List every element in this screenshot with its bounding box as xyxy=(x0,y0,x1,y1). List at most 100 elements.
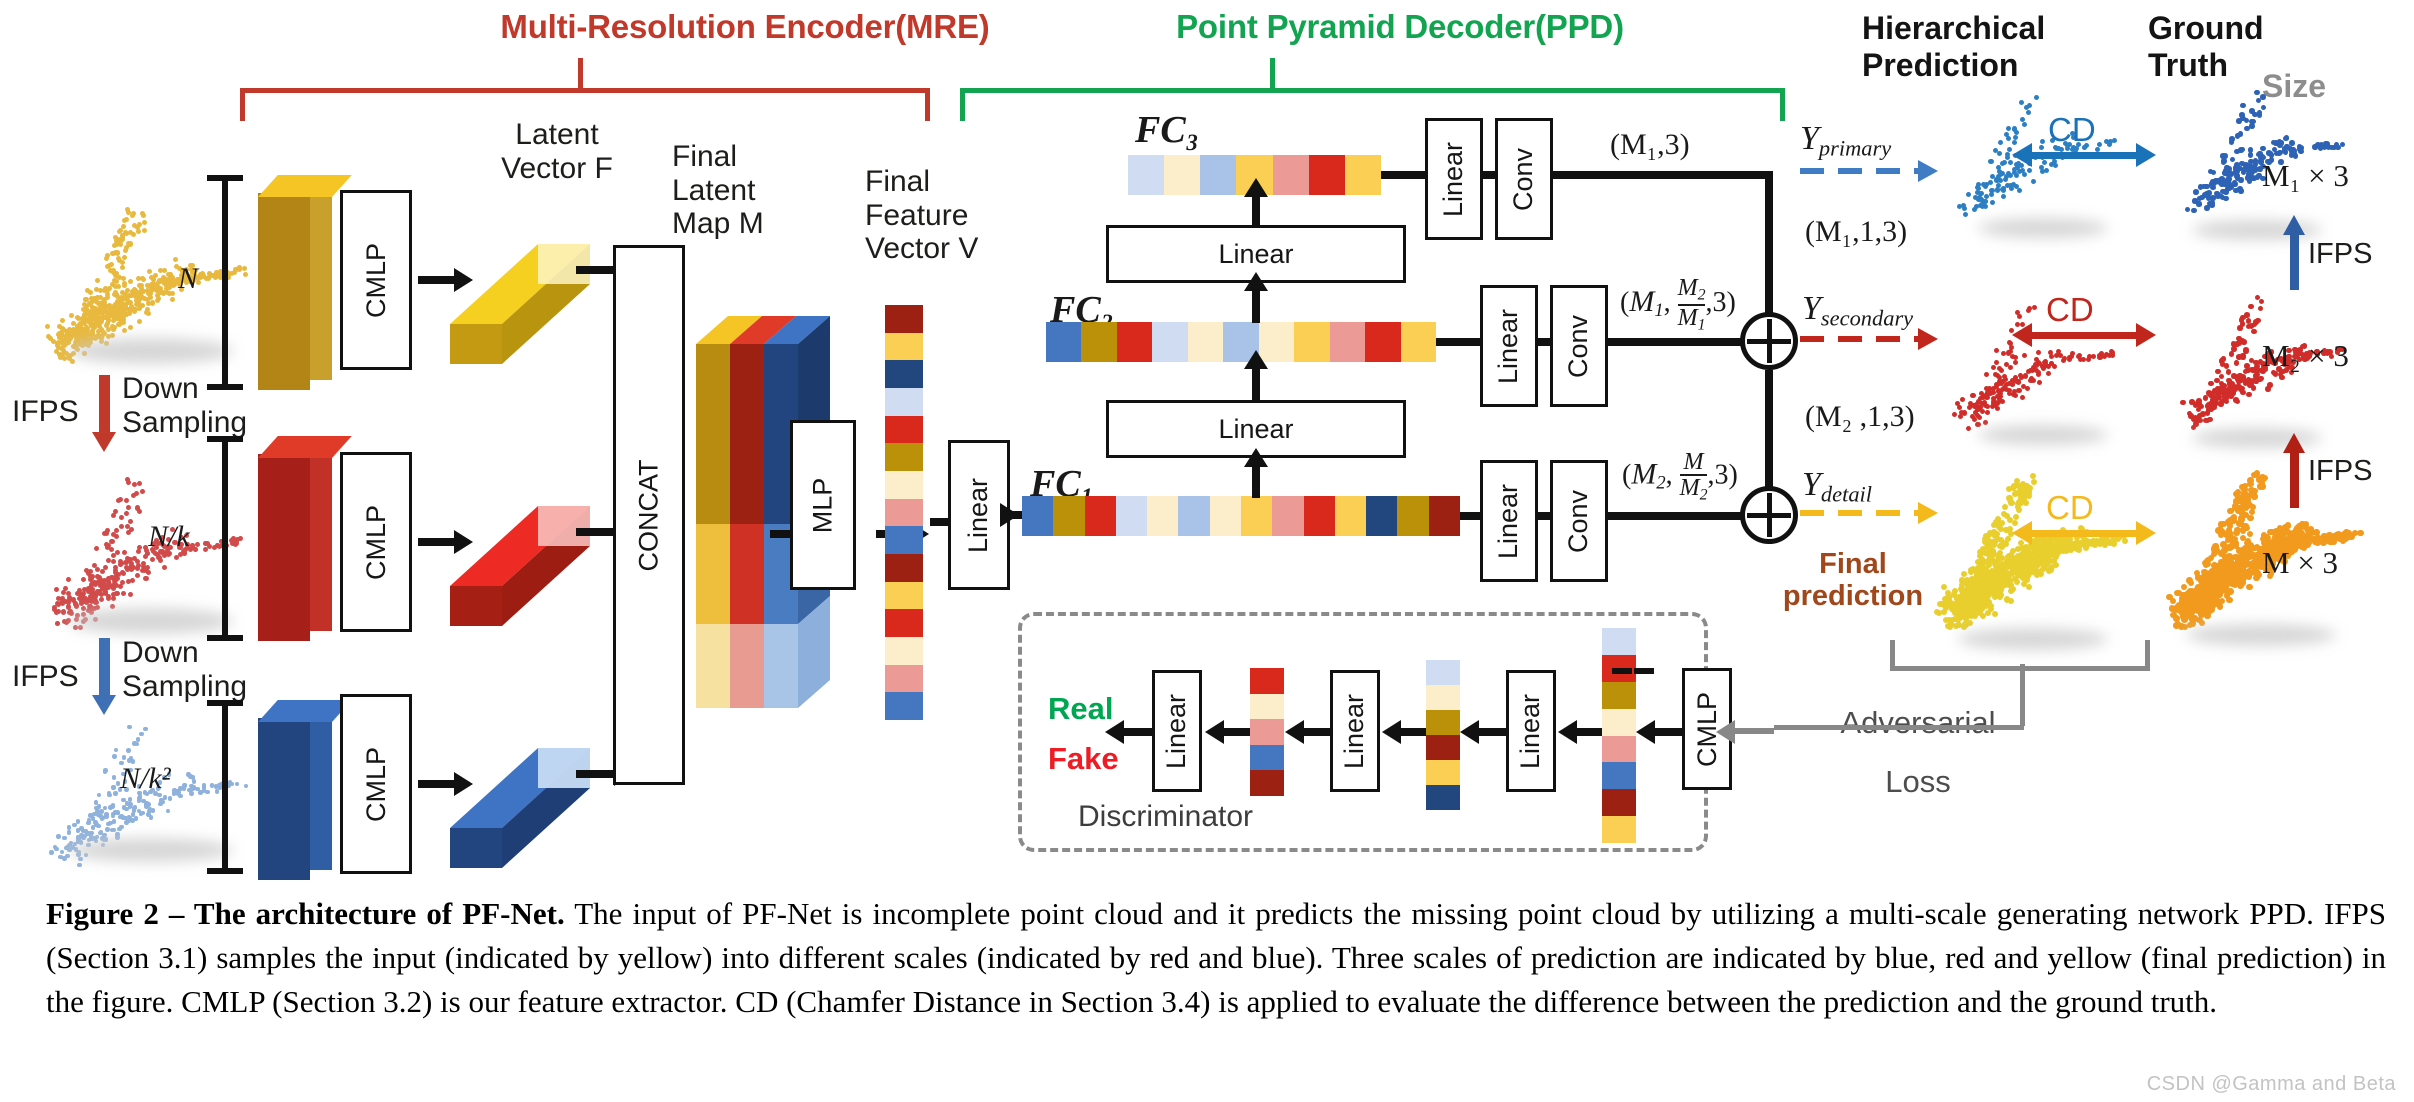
wire-fc3-to-linear xyxy=(1381,171,1426,179)
input-bar-red xyxy=(258,436,352,641)
disc-arrow-4 xyxy=(1400,728,1426,736)
wire-b1-out xyxy=(1553,171,1768,179)
mre-section-label: Multi-Resolution Encoder(MRE) xyxy=(500,8,990,45)
wire-b1-l-c xyxy=(1483,171,1497,179)
conv-box-branch2[interactable]: Conv xyxy=(1550,285,1608,407)
size-tick-bot-1 xyxy=(207,384,243,390)
disc-arrow-6 xyxy=(1576,728,1602,736)
dashed-arrow-detail xyxy=(1800,510,1918,516)
mre-bracket xyxy=(240,88,930,121)
arrow-linear-to-fc3 xyxy=(1252,196,1260,228)
input-bar-blue xyxy=(258,700,352,880)
trunk-secondary-to-xor2 xyxy=(1765,370,1773,500)
adv-wire-horizontal xyxy=(1774,725,2024,730)
conv-box-branch1[interactable]: Conv xyxy=(1495,118,1553,240)
size-tick-bot-2 xyxy=(207,635,243,641)
xor-node-detail[interactable] xyxy=(1740,486,1798,544)
point-cloud-prediction-yellow xyxy=(1908,452,2128,642)
disc-linear-box-3[interactable]: Linear xyxy=(1506,670,1556,792)
ifps-label-2: IFPS xyxy=(12,660,79,693)
disc-arrow-7 xyxy=(1654,728,1682,736)
y-detail-label: Ydetail xyxy=(1802,466,1873,507)
shadow-pred-yellow xyxy=(1958,628,2108,650)
size-tick-bot-3 xyxy=(207,868,243,874)
ppd-bracket xyxy=(960,88,1785,121)
cd-arrow-head-left-3 xyxy=(2012,521,2032,545)
disc-arrow-head-5 xyxy=(1460,720,1479,744)
arrow-in-concat-3 xyxy=(576,770,614,778)
ppd-bracket-stem xyxy=(1270,58,1275,90)
ppd-section-label: Point Pyramid Decoder(PPD) xyxy=(1176,8,1624,45)
disc-arrow-2 xyxy=(1224,728,1250,736)
latent-vector-red xyxy=(420,458,610,628)
point-cloud-groundtruth-yellow xyxy=(2140,448,2364,638)
y-primary-label: Yprimary xyxy=(1800,120,1892,161)
shape-primary: (M₁,3) xyxy=(1610,128,1690,161)
cd-arrow-head-left-1 xyxy=(2012,143,2032,167)
disc-arrow-1 xyxy=(1124,728,1154,736)
ifps-arrow-head-1 xyxy=(92,432,116,452)
dashed-arrow-primary xyxy=(1800,168,1918,174)
size-tick-line-3 xyxy=(222,700,228,874)
caption-prefix: Figure 2 – The architecture of PF-Net. xyxy=(46,896,565,931)
final-feature-vector-label: Final Feature Vector V xyxy=(865,165,979,266)
size-label-2: M₂ × 3 xyxy=(2262,338,2349,373)
disc-feature-strip-2 xyxy=(1426,660,1460,810)
cmlp-box-2[interactable]: CMLP xyxy=(340,452,412,632)
arrow-concat-to-mlp xyxy=(770,530,792,538)
conv-box-branch3[interactable]: Conv xyxy=(1550,460,1608,582)
cmlp-box-1[interactable]: CMLP xyxy=(340,190,412,370)
disc-arrow-head-1 xyxy=(1105,720,1124,744)
real-label: Real xyxy=(1048,691,1114,726)
input-bar-yellow xyxy=(258,175,352,390)
xor-node-secondary[interactable] xyxy=(1740,312,1798,370)
dashed-arrow-secondary xyxy=(1800,336,1918,342)
arrow-head-fc2-to-linear xyxy=(1244,272,1268,291)
latent-vector-label: Latent Vector F xyxy=(501,118,613,185)
linear-box-branch2[interactable]: Linear xyxy=(1480,285,1538,407)
arrow-head-linear-to-fc1 xyxy=(1000,503,1019,527)
fc3-label: FC₃ xyxy=(1135,109,1199,151)
arrow-head-linear-to-fc3 xyxy=(1244,178,1268,197)
cd-label-3: CD xyxy=(2046,489,2094,526)
disc-arrow-5 xyxy=(1478,728,1506,736)
scale-label-n: N xyxy=(178,262,199,295)
cmlp-box-3[interactable]: CMLP xyxy=(340,694,412,874)
size-label-1: M₁ × 3 xyxy=(2262,158,2349,193)
shadow-gt-yellow xyxy=(2186,624,2336,646)
linear-box-branch3[interactable]: Linear xyxy=(1480,460,1538,582)
discriminator-title: Discriminator xyxy=(1078,800,1254,833)
disc-linear-box-1[interactable]: Linear xyxy=(1152,670,1202,792)
disc-arrow-3 xyxy=(1302,728,1330,736)
mlp-box[interactable]: MLP xyxy=(790,420,856,590)
disc-arrow-head-7 xyxy=(1636,720,1655,744)
cd-label-2: CD xyxy=(2046,291,2094,328)
cd-label-1: CD xyxy=(2048,111,2096,148)
shadow-red xyxy=(68,608,233,634)
arrow-head-fc1-to-linear xyxy=(1244,448,1268,467)
disc-arrow-head-6 xyxy=(1558,720,1577,744)
cd-arrow-1 xyxy=(2030,152,2136,159)
size-tick-line-2 xyxy=(222,436,228,641)
linear-box-branch1[interactable]: Linear xyxy=(1425,118,1483,240)
shadow-pred-red xyxy=(1978,425,2108,445)
ifps-arrow-1 xyxy=(99,375,110,437)
point-cloud-groundtruth-blue xyxy=(2158,70,2348,230)
arrow-in-concat-2 xyxy=(576,528,614,536)
arrow-fc2-to-linear xyxy=(1252,290,1260,323)
disc-linear-box-2[interactable]: Linear xyxy=(1330,670,1380,792)
final-latent-map-label: Final Latent Map M xyxy=(672,140,764,241)
disc-arrow-head-2 xyxy=(1205,720,1224,744)
arrow-fc1-to-linear xyxy=(1252,466,1260,498)
shadow-blue xyxy=(68,838,233,862)
shape-secondary-down: (M₂ ,1,3) xyxy=(1805,400,1915,433)
cd-arrow-2 xyxy=(2030,332,2136,339)
arrow-in-concat-1 xyxy=(576,266,614,274)
adv-bracket-stem xyxy=(2020,664,2025,726)
arrow-head-linearB-to-fc2 xyxy=(1244,350,1268,369)
concat-box[interactable]: CONCAT xyxy=(613,245,685,785)
latent-vector-yellow xyxy=(420,196,610,366)
figure-caption: Figure 2 – The architecture of PF-Net. T… xyxy=(0,892,2414,1102)
scale-label-nk: N/k xyxy=(148,520,190,553)
cd-arrow-head-right-2 xyxy=(2136,323,2156,347)
